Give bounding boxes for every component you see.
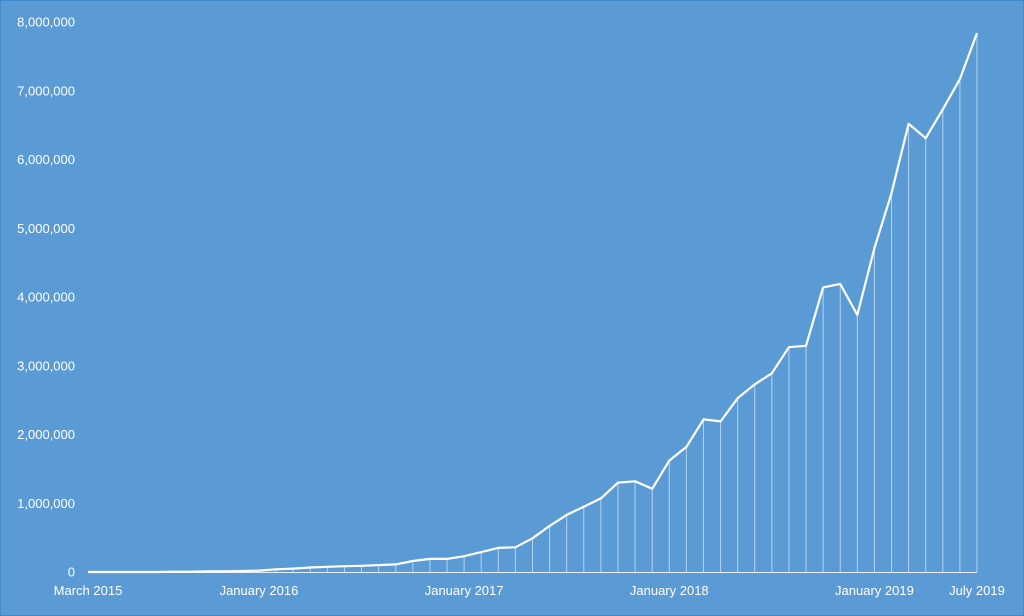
y-tick-label: 7,000,000 bbox=[17, 83, 75, 98]
y-axis-tick-labels: 0 1,000,000 2,000,000 3,000,000 4,000,000 5,0… bbox=[17, 15, 75, 580]
x-tick-label: January 2017 bbox=[425, 583, 504, 598]
x-tick-label: January 2019 bbox=[835, 583, 914, 598]
x-tick-label: January 2016 bbox=[220, 583, 299, 598]
x-axis-tick-labels: March 2015 January 2016 January 2017 Januar… bbox=[54, 583, 1005, 598]
x-tick-label: January 2018 bbox=[630, 583, 709, 598]
chart-frame: 0 1,000,000 2,000,000 3,000,000 4,000,000 5,0… bbox=[0, 0, 1024, 616]
line-chart: 0 1,000,000 2,000,000 3,000,000 4,000,000 5,0… bbox=[17, 15, 1005, 599]
data-points bbox=[88, 33, 977, 572]
y-tick-label: 3,000,000 bbox=[17, 358, 75, 373]
y-tick-label: 4,000,000 bbox=[17, 290, 75, 305]
y-tick-label: 1,000,000 bbox=[17, 496, 75, 511]
series-line-total bbox=[88, 32, 979, 574]
x-tick-label: July 2019 bbox=[949, 583, 1005, 598]
y-tick-label: 0 bbox=[68, 565, 75, 580]
y-tick-label: 2,000,000 bbox=[17, 427, 75, 442]
y-tick-label: 8,000,000 bbox=[17, 15, 75, 30]
y-tick-label: 5,000,000 bbox=[17, 221, 75, 236]
drop-lines bbox=[172, 33, 978, 572]
y-tick-label: 6,000,000 bbox=[17, 152, 75, 167]
x-tick-label: March 2015 bbox=[54, 583, 123, 598]
